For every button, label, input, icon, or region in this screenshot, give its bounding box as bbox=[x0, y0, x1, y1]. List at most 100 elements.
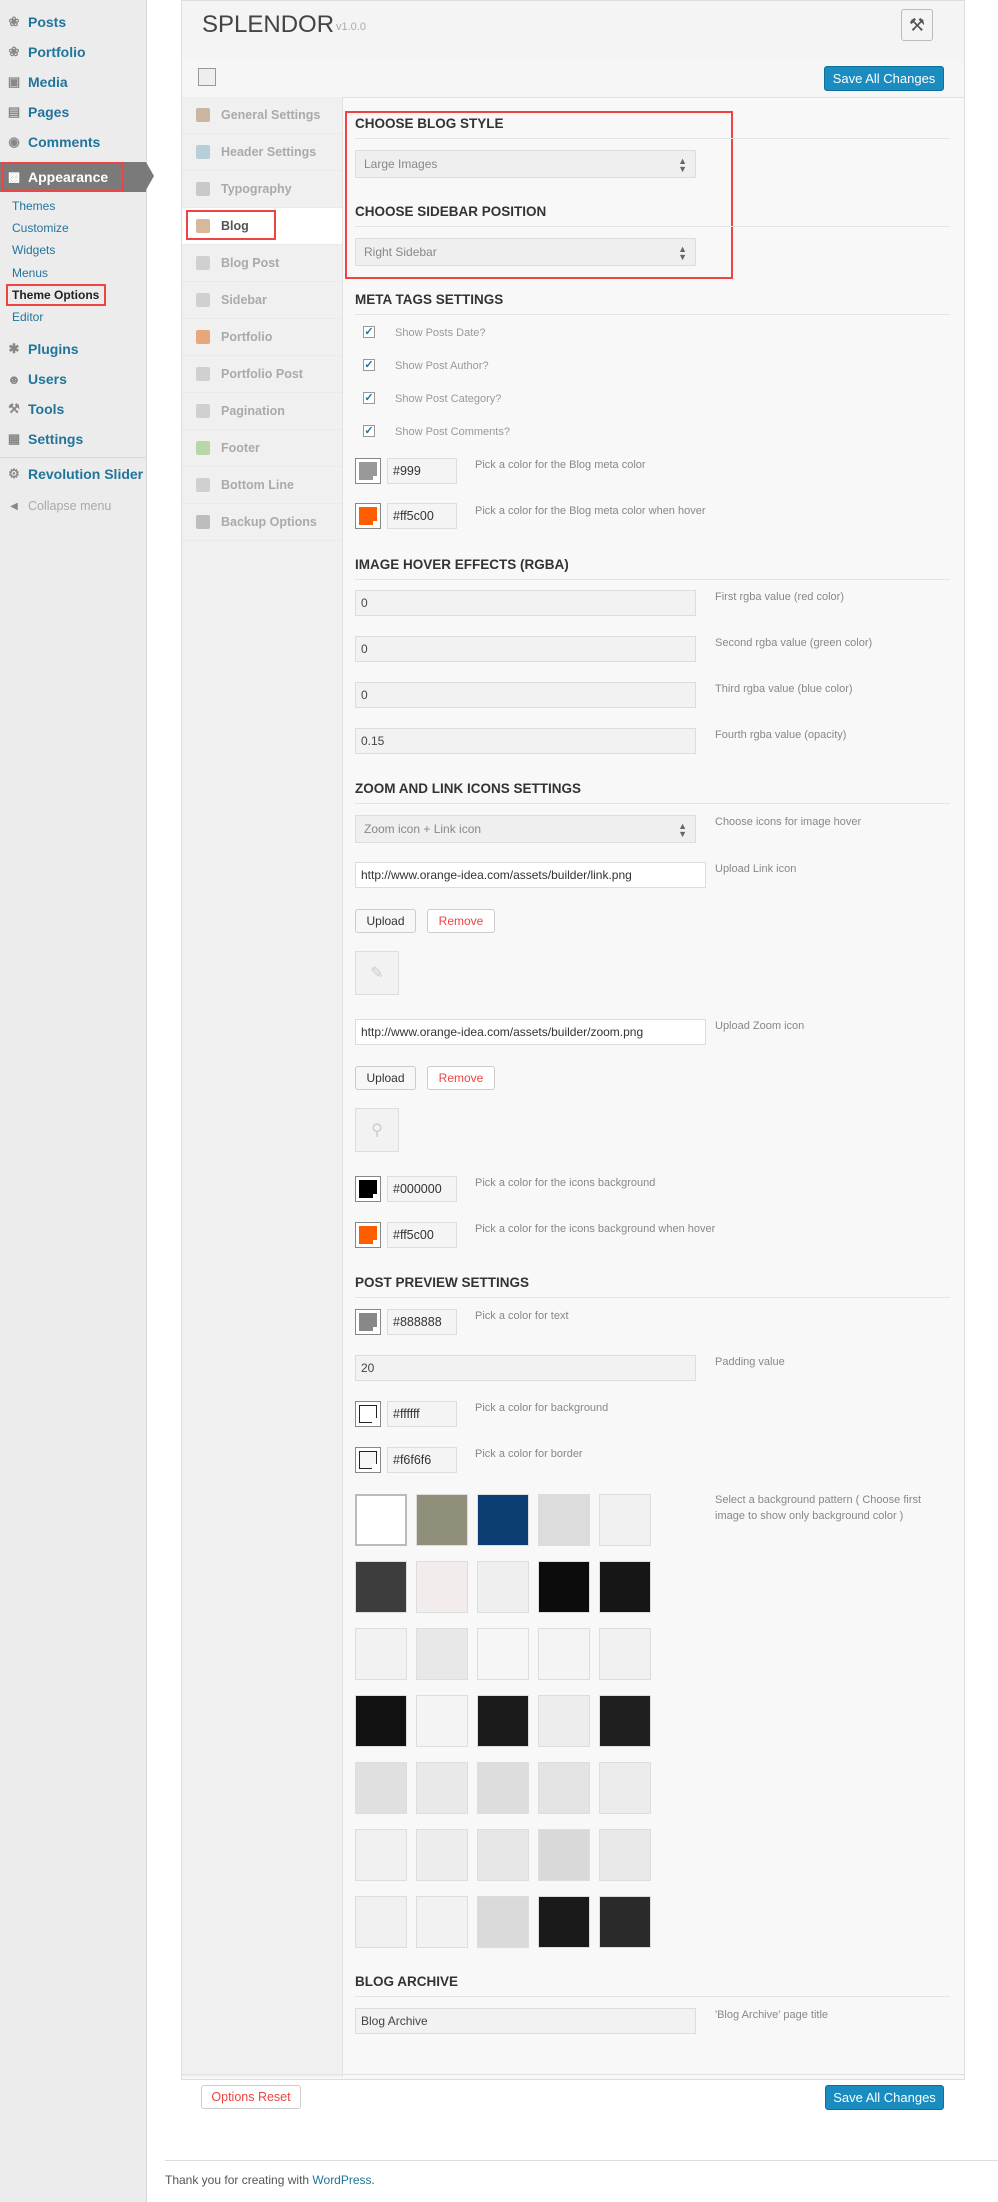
background-pattern-16[interactable] bbox=[355, 1695, 407, 1747]
background-pattern-7[interactable] bbox=[416, 1561, 468, 1613]
color-swatch-meta[interactable] bbox=[355, 458, 381, 484]
background-pattern-28[interactable] bbox=[477, 1829, 529, 1881]
color-swatch-icons-bg[interactable] bbox=[355, 1176, 381, 1202]
blog-style-select[interactable]: Large Images ▲ ▼ bbox=[355, 150, 696, 178]
wordpress-link[interactable]: WordPress bbox=[312, 2173, 371, 2187]
background-pattern-4[interactable] bbox=[538, 1494, 590, 1546]
color-input-icons-bg[interactable]: #000000 bbox=[387, 1176, 457, 1202]
background-pattern-2[interactable] bbox=[416, 1494, 468, 1546]
submenu-widgets[interactable]: Widgets bbox=[12, 243, 55, 257]
tab-portfolio-post[interactable]: Portfolio Post bbox=[182, 356, 342, 393]
background-pattern-25[interactable] bbox=[599, 1762, 651, 1814]
tab-blog-post[interactable]: Blog Post bbox=[182, 245, 342, 282]
tab-pagination[interactable]: Pagination bbox=[182, 393, 342, 430]
checkbox-show-post-comments[interactable]: ✓ bbox=[363, 425, 375, 437]
sidebar-item-posts[interactable]: ❀ Posts bbox=[0, 8, 146, 36]
submenu-customize[interactable]: Customize bbox=[12, 221, 69, 235]
background-pattern-10[interactable] bbox=[599, 1561, 651, 1613]
remove-zoom-icon-button[interactable]: Remove bbox=[427, 1066, 495, 1090]
background-pattern-5[interactable] bbox=[599, 1494, 651, 1546]
submenu-themes[interactable]: Themes bbox=[12, 199, 55, 213]
link-icon-url-input[interactable]: http://www.orange-idea.com/assets/builde… bbox=[355, 862, 706, 888]
background-pattern-33[interactable] bbox=[477, 1896, 529, 1948]
rgba-green-input[interactable]: 0 bbox=[355, 636, 696, 662]
checkbox-show-post-category[interactable]: ✓ bbox=[363, 392, 375, 404]
tab-general-settings[interactable]: General Settings bbox=[182, 97, 342, 134]
rgba-opacity-input[interactable]: 0.15 bbox=[355, 728, 696, 754]
checkbox-show-post-author[interactable]: ✓ bbox=[363, 359, 375, 371]
tab-sidebar[interactable]: Sidebar bbox=[182, 282, 342, 319]
color-swatch-background[interactable] bbox=[355, 1401, 381, 1427]
tab-bottom-line[interactable]: Bottom Line bbox=[182, 467, 342, 504]
background-pattern-26[interactable] bbox=[355, 1829, 407, 1881]
sidebar-item-revolution-slider[interactable]: ⚙ Revolution Slider bbox=[0, 460, 146, 488]
background-pattern-29[interactable] bbox=[538, 1829, 590, 1881]
background-pattern-20[interactable] bbox=[599, 1695, 651, 1747]
background-pattern-1[interactable] bbox=[355, 1494, 407, 1546]
tab-header-settings[interactable]: Header Settings bbox=[182, 134, 342, 171]
upload-zoom-icon-button[interactable]: Upload bbox=[355, 1066, 416, 1090]
color-input-meta-hover[interactable]: #ff5c00 bbox=[387, 503, 457, 529]
background-pattern-15[interactable] bbox=[599, 1628, 651, 1680]
tab-portfolio[interactable]: Portfolio bbox=[182, 319, 342, 356]
sidebar-item-tools[interactable]: ⚒ Tools bbox=[0, 395, 146, 423]
background-pattern-8[interactable] bbox=[477, 1561, 529, 1613]
color-input-icons-bg-hover[interactable]: #ff5c00 bbox=[387, 1222, 457, 1248]
color-swatch-icons-bg-hover[interactable] bbox=[355, 1222, 381, 1248]
background-pattern-30[interactable] bbox=[599, 1829, 651, 1881]
submenu-menus[interactable]: Menus bbox=[12, 266, 48, 280]
background-pattern-17[interactable] bbox=[416, 1695, 468, 1747]
background-pattern-21[interactable] bbox=[355, 1762, 407, 1814]
background-pattern-18[interactable] bbox=[477, 1695, 529, 1747]
sidebar-item-users[interactable]: ☻ Users bbox=[0, 365, 146, 393]
upload-link-icon-button[interactable]: Upload bbox=[355, 909, 416, 933]
background-pattern-3[interactable] bbox=[477, 1494, 529, 1546]
sidebar-item-plugins[interactable]: ✱ Plugins bbox=[0, 335, 146, 363]
sidebar-item-pages[interactable]: ▤ Pages bbox=[0, 98, 146, 126]
icon-type-select[interactable]: Zoom icon + Link icon ▲ ▼ bbox=[355, 815, 696, 843]
tab-backup-options[interactable]: Backup Options bbox=[182, 504, 342, 541]
background-pattern-27[interactable] bbox=[416, 1829, 468, 1881]
blog-archive-title-input[interactable]: Blog Archive bbox=[355, 2008, 696, 2034]
color-swatch-meta-hover[interactable] bbox=[355, 503, 381, 529]
color-input-text[interactable]: #888888 bbox=[387, 1309, 457, 1335]
rgba-red-input[interactable]: 0 bbox=[355, 590, 696, 616]
background-pattern-34[interactable] bbox=[538, 1896, 590, 1948]
tab-footer[interactable]: Footer bbox=[182, 430, 342, 467]
background-pattern-13[interactable] bbox=[477, 1628, 529, 1680]
background-pattern-23[interactable] bbox=[477, 1762, 529, 1814]
save-all-changes-button-bottom[interactable]: Save All Changes bbox=[825, 2085, 944, 2110]
submenu-editor[interactable]: Editor bbox=[12, 310, 43, 324]
background-pattern-31[interactable] bbox=[355, 1896, 407, 1948]
sidebar-item-settings[interactable]: ▦ Settings bbox=[0, 425, 146, 453]
sidebar-item-portfolio[interactable]: ❀ Portfolio bbox=[0, 38, 146, 66]
collapse-menu[interactable]: ◀ Collapse menu bbox=[0, 492, 146, 520]
background-pattern-19[interactable] bbox=[538, 1695, 590, 1747]
background-pattern-6[interactable] bbox=[355, 1561, 407, 1613]
background-pattern-12[interactable] bbox=[416, 1628, 468, 1680]
background-pattern-11[interactable] bbox=[355, 1628, 407, 1680]
sidebar-item-media[interactable]: ▣ Media bbox=[0, 68, 146, 96]
background-pattern-9[interactable] bbox=[538, 1561, 590, 1613]
background-pattern-14[interactable] bbox=[538, 1628, 590, 1680]
padding-input[interactable]: 20 bbox=[355, 1355, 696, 1381]
rgba-blue-input[interactable]: 0 bbox=[355, 682, 696, 708]
background-pattern-32[interactable] bbox=[416, 1896, 468, 1948]
background-pattern-35[interactable] bbox=[599, 1896, 651, 1948]
sidebar-item-comments[interactable]: ◉ Comments bbox=[0, 128, 146, 156]
color-input-border[interactable]: #f6f6f6 bbox=[387, 1447, 457, 1473]
checkbox-show-posts-date[interactable]: ✓ bbox=[363, 326, 375, 338]
background-pattern-22[interactable] bbox=[416, 1762, 468, 1814]
zoom-icon-url-input[interactable]: http://www.orange-idea.com/assets/builde… bbox=[355, 1019, 706, 1045]
color-input-meta[interactable]: #999 bbox=[387, 458, 457, 484]
background-pattern-24[interactable] bbox=[538, 1762, 590, 1814]
color-swatch-text[interactable] bbox=[355, 1309, 381, 1335]
options-reset-button[interactable]: Options Reset bbox=[201, 2085, 301, 2109]
sidebar-position-select[interactable]: Right Sidebar ▲ ▼ bbox=[355, 238, 696, 266]
color-swatch-border[interactable] bbox=[355, 1447, 381, 1473]
save-all-changes-button[interactable]: Save All Changes bbox=[824, 66, 944, 91]
remove-link-icon-button[interactable]: Remove bbox=[427, 909, 495, 933]
color-input-background[interactable]: #ffffff bbox=[387, 1401, 457, 1427]
tab-typography[interactable]: Typography bbox=[182, 171, 342, 208]
layout-toggle-icon[interactable] bbox=[198, 68, 216, 86]
